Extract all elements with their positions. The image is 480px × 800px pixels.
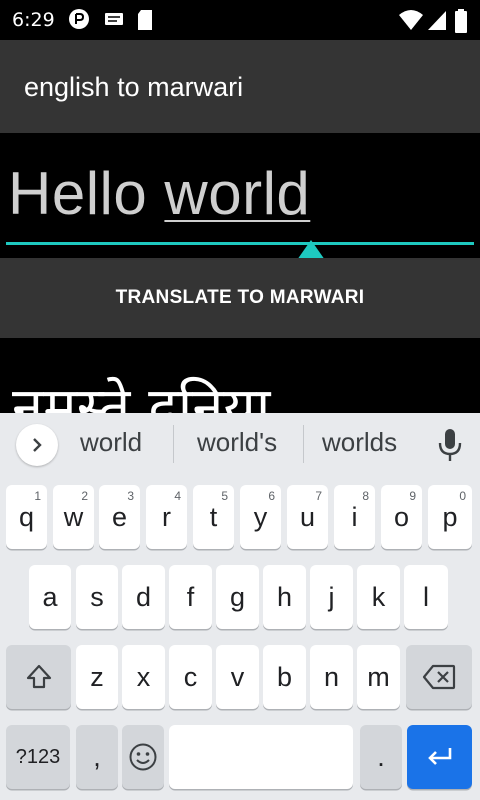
enter-icon bbox=[427, 748, 451, 765]
key-s[interactable]: s bbox=[76, 565, 118, 629]
shift-icon bbox=[26, 664, 51, 689]
suggestion-divider bbox=[173, 425, 174, 463]
key-f[interactable]: f bbox=[169, 565, 212, 629]
keyboard: world world's worlds q1 w2 e3 r4 t5 y6 u… bbox=[0, 413, 480, 800]
suggestion-item[interactable]: world bbox=[80, 427, 142, 458]
enter-key[interactable] bbox=[407, 725, 472, 789]
battery-icon bbox=[455, 9, 467, 33]
suggestion-item[interactable]: world's bbox=[197, 427, 277, 458]
key-p[interactable]: p0 bbox=[428, 485, 472, 549]
backspace-key[interactable] bbox=[406, 645, 472, 709]
key-g[interactable]: g bbox=[216, 565, 259, 629]
mic-icon[interactable] bbox=[437, 427, 463, 463]
overflow-icon bbox=[69, 9, 89, 29]
key-d[interactable]: d bbox=[122, 565, 165, 629]
key-hint: 8 bbox=[362, 489, 369, 503]
sim-icon bbox=[138, 10, 152, 30]
key-hint: 0 bbox=[459, 489, 466, 503]
key-t[interactable]: t5 bbox=[193, 485, 234, 549]
chevron-right-icon bbox=[33, 438, 42, 452]
input-text[interactable]: Hello world bbox=[8, 159, 310, 228]
key-hint: 3 bbox=[127, 489, 134, 503]
key-r[interactable]: r4 bbox=[146, 485, 187, 549]
key-label: o bbox=[393, 501, 410, 532]
key-u[interactable]: u7 bbox=[287, 485, 328, 549]
emoji-icon bbox=[129, 743, 157, 771]
key-label: w bbox=[63, 501, 84, 532]
key-label: q bbox=[18, 501, 35, 532]
output-area: नमस्ते दुनिया bbox=[0, 338, 480, 413]
key-hint: 4 bbox=[174, 489, 181, 503]
input-text-plain: Hello bbox=[8, 160, 165, 227]
wifi-icon bbox=[399, 10, 423, 30]
key-label: e bbox=[111, 501, 128, 532]
english-input-field[interactable]: Hello world bbox=[0, 133, 480, 274]
key-y[interactable]: y6 bbox=[240, 485, 281, 549]
key-q[interactable]: q1 bbox=[6, 485, 47, 549]
status-bar: 6:29 bbox=[0, 0, 480, 40]
emoji-key[interactable] bbox=[122, 725, 164, 789]
suggestion-divider bbox=[303, 425, 304, 463]
key-j[interactable]: j bbox=[310, 565, 353, 629]
key-label: t bbox=[209, 501, 218, 532]
message-icon bbox=[105, 13, 123, 25]
suggestion-bar: world world's worlds bbox=[0, 413, 480, 475]
key-label: p bbox=[442, 501, 458, 532]
status-time: 6:29 bbox=[12, 9, 55, 31]
key-label: y bbox=[253, 501, 268, 532]
key-n[interactable]: n bbox=[310, 645, 353, 709]
key-l[interactable]: l bbox=[404, 565, 448, 629]
key-hint: 1 bbox=[34, 489, 41, 503]
key-hint: 6 bbox=[268, 489, 275, 503]
comma-key[interactable]: , bbox=[76, 725, 118, 789]
key-hint: 2 bbox=[81, 489, 88, 503]
key-hint: 9 bbox=[409, 489, 416, 503]
key-k[interactable]: k bbox=[357, 565, 400, 629]
translate-button[interactable]: TRANSLATE TO MARWARI bbox=[0, 258, 480, 338]
key-label: u bbox=[299, 501, 316, 532]
key-hint: 5 bbox=[221, 489, 228, 503]
key-label: i bbox=[351, 501, 358, 532]
app-title: english to marwari bbox=[24, 72, 244, 102]
input-text-composing: world bbox=[164, 160, 311, 227]
key-o[interactable]: o9 bbox=[381, 485, 422, 549]
app-bar: english to marwari bbox=[0, 40, 480, 133]
key-hint: 7 bbox=[315, 489, 322, 503]
key-z[interactable]: z bbox=[76, 645, 118, 709]
key-w[interactable]: w2 bbox=[53, 485, 94, 549]
backspace-icon bbox=[422, 664, 456, 690]
key-x[interactable]: x bbox=[122, 645, 165, 709]
suggestion-item[interactable]: worlds bbox=[322, 427, 397, 458]
key-b[interactable]: b bbox=[263, 645, 306, 709]
key-a[interactable]: a bbox=[29, 565, 71, 629]
space-key[interactable] bbox=[169, 725, 353, 789]
key-e[interactable]: e3 bbox=[99, 485, 140, 549]
input-underline bbox=[6, 242, 474, 245]
key-h[interactable]: h bbox=[263, 565, 306, 629]
shift-key[interactable] bbox=[6, 645, 71, 709]
key-c[interactable]: c bbox=[169, 645, 212, 709]
signal-icon bbox=[428, 11, 446, 30]
key-label: r bbox=[162, 501, 171, 532]
expand-toolbar-button[interactable] bbox=[16, 424, 58, 466]
period-key[interactable]: . bbox=[360, 725, 402, 789]
key-m[interactable]: m bbox=[357, 645, 400, 709]
output-text: नमस्ते दुनिया bbox=[12, 376, 271, 413]
key-i[interactable]: i8 bbox=[334, 485, 375, 549]
key-v[interactable]: v bbox=[216, 645, 259, 709]
symbols-key[interactable]: ?123 bbox=[6, 725, 70, 789]
